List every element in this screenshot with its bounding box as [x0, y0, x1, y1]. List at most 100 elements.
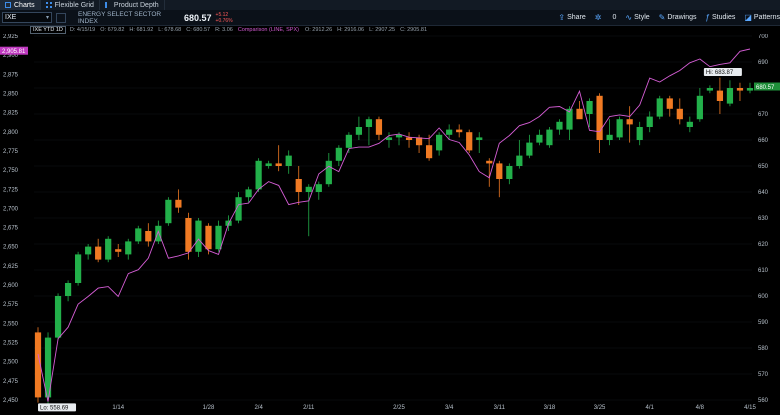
candle-body	[335, 147, 342, 161]
info-date: D: 4/15/19	[69, 26, 96, 33]
left-tick-label: 2,700	[3, 206, 19, 212]
cmp-high: H: 2916.06	[337, 26, 365, 33]
candle-body	[285, 155, 292, 166]
left-tick-label: 2,925	[3, 34, 19, 40]
symbol-description: ENERGY SELECT SECTOR INDEX	[78, 10, 162, 25]
drawings-button[interactable]: ✎ Drawings	[659, 13, 697, 22]
chart-label[interactable]: IXE YTD 1D	[30, 25, 66, 34]
right-tick-label: 570	[758, 372, 769, 378]
left-tick-label: 2,750	[3, 168, 19, 174]
gear-icon: ✲	[594, 13, 602, 22]
candle-body	[365, 119, 373, 127]
settings-value[interactable]: 0	[612, 14, 616, 21]
candle-body	[456, 129, 463, 133]
x-tick-label: 4/1	[646, 405, 655, 411]
tab-product-depth[interactable]: Product Depth	[100, 0, 165, 10]
left-tick-label: 2,725	[3, 187, 19, 193]
symbol-link-button[interactable]	[56, 12, 66, 23]
x-tick-label: 1/14	[112, 405, 124, 411]
grid-icon	[45, 2, 52, 8]
candle-body	[315, 184, 322, 192]
candle-body	[145, 231, 152, 242]
candle-body	[195, 220, 202, 252]
right-axis: 5605705805906006106206306406506606706806…	[754, 34, 780, 404]
settings-button[interactable]: ✲	[595, 13, 604, 22]
left-tick-label: 2,875	[3, 72, 19, 78]
x-tick-label: 3/4	[445, 405, 454, 411]
candle-body	[135, 228, 142, 242]
candle-body	[666, 98, 673, 109]
candle-body	[526, 142, 533, 156]
left-tick-label: 2,450	[3, 398, 19, 404]
style-button[interactable]: ∿ Style	[625, 13, 649, 22]
candle-body	[496, 163, 503, 179]
right-tick-label: 610	[758, 268, 769, 274]
left-tick-label: 2,675	[3, 226, 19, 232]
info-range: R: 3.06	[215, 26, 233, 33]
candle-body	[686, 121, 693, 127]
candle-body	[716, 90, 724, 101]
right-tick-label: 620	[758, 242, 769, 248]
right-tick-label: 650	[758, 164, 769, 170]
left-tick-label: 2,825	[3, 111, 19, 117]
candle-body	[646, 116, 653, 127]
candle-body	[546, 129, 553, 146]
symbol-bar: IXE ▾ ENERGY SELECT SECTOR INDEX 680.57 +…	[0, 10, 780, 26]
left-tick-label: 2,550	[3, 321, 19, 327]
candle-body	[676, 108, 683, 120]
candle-body	[486, 160, 493, 164]
symbol-input[interactable]: IXE ▾	[2, 12, 52, 23]
comparison-label[interactable]: Comparison (LINE, SPX)	[238, 27, 299, 33]
studies-button[interactable]: ƒ Studies	[706, 13, 736, 22]
x-axis: 1/71/141/282/42/112/253/43/113/183/254/1…	[64, 405, 757, 411]
candle-body	[536, 134, 543, 143]
x-tick-label: 2/4	[254, 405, 263, 411]
candles	[34, 77, 754, 406]
candle-body	[626, 119, 633, 125]
candle-body	[245, 189, 252, 198]
chevron-down-icon: ▾	[45, 15, 49, 21]
comparison-series	[37, 48, 751, 402]
right-tick-label: 660	[758, 138, 769, 144]
candle-body	[75, 254, 82, 283]
chart-info-bar: IXE YTD 1D D: 4/15/19 O: 679.82 H: 681.9…	[30, 25, 432, 34]
studies-icon: ƒ	[705, 13, 710, 22]
candle-body	[185, 218, 192, 252]
cmp-close: C: 2905.81	[400, 26, 428, 33]
x-tick-label: 1/28	[203, 405, 215, 411]
left-tick-label: 2,850	[3, 91, 19, 97]
candle-body	[85, 246, 92, 255]
tab-flexible-grid[interactable]: Flexible Grid	[41, 0, 100, 10]
right-tick-label: 560	[758, 398, 769, 404]
candle-body	[305, 186, 312, 192]
x-tick-label: 2/11	[303, 405, 315, 411]
right-tick-label: 600	[758, 294, 769, 300]
candle-body	[586, 101, 593, 114]
cmp-open: O: 2912.26	[304, 26, 333, 33]
left-tick-label: 2,625	[3, 264, 19, 270]
annotations: Hi: 683.87 Lo: 558.69	[38, 67, 742, 412]
x-tick-label: 3/18	[544, 405, 556, 411]
left-tick-label: 2,800	[3, 130, 19, 136]
comparison-line	[37, 48, 751, 402]
right-current-label: 680.57	[756, 85, 775, 91]
style-icon: ∿	[625, 13, 633, 22]
candle-body	[165, 199, 172, 224]
info-high: H: 681.92	[129, 26, 154, 33]
pencil-icon: ✎	[658, 13, 666, 22]
patterns-button[interactable]: ◪ Patterns	[744, 13, 780, 22]
candle-body	[425, 145, 433, 159]
x-tick-label: 3/25	[594, 405, 606, 411]
share-icon: ⇪	[558, 13, 566, 22]
candle-body	[446, 129, 453, 135]
share-button[interactable]: ⇪ Share	[558, 13, 585, 22]
tab-charts[interactable]: Charts	[0, 0, 41, 10]
left-tick-label: 2,475	[3, 379, 19, 385]
candle-body	[476, 137, 483, 140]
left-tick-label: 2,600	[3, 283, 19, 289]
info-close: C: 680.57	[186, 26, 211, 33]
candle-body	[706, 88, 713, 91]
candle-body	[255, 160, 262, 190]
tabs-bar: Charts Flexible Grid Product Depth ⋮	[0, 0, 780, 18]
price-chart[interactable]: 2,450 2,475 2,500 2,525 2,550 2,575 2,600 2,625…	[0, 34, 780, 415]
